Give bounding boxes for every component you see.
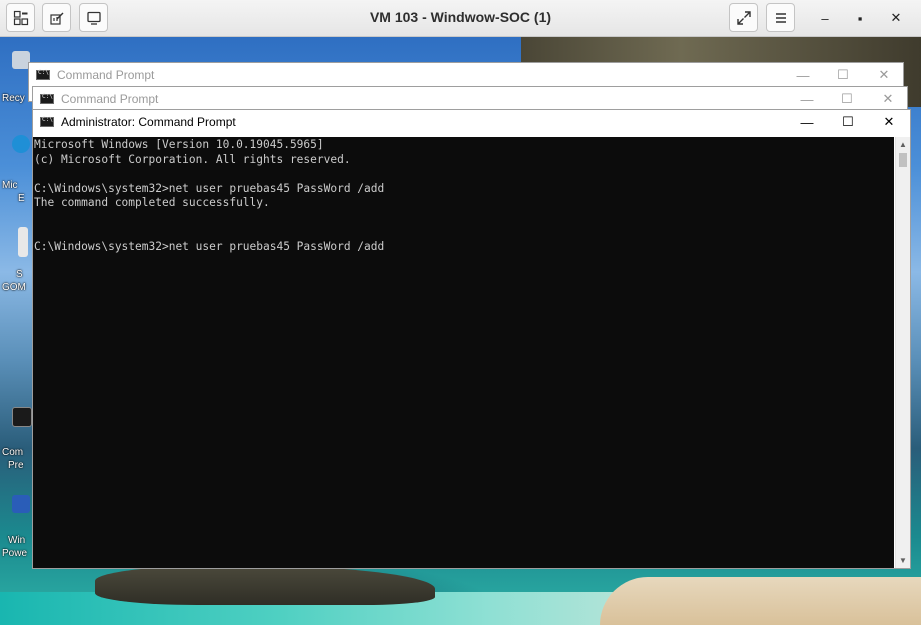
cmd-shortcut-icon[interactable] xyxy=(12,407,32,427)
maximize-button[interactable]: ☐ xyxy=(834,89,860,109)
console-output[interactable]: Microsoft Windows [Version 10.0.19045.59… xyxy=(33,137,894,568)
window-titlebar[interactable]: Command Prompt — ☐ ✕ xyxy=(29,63,903,87)
window-title: Command Prompt xyxy=(61,92,159,106)
console-line: Microsoft Windows [Version 10.0.19045.59… xyxy=(34,138,324,151)
desktop-icon-label[interactable]: Pre xyxy=(8,460,24,471)
vm-viewer-titlebar: VM 103 - Windwow-SOC (1) – ▪ ✕ xyxy=(0,0,921,37)
desktop-icon-label[interactable]: E xyxy=(18,193,25,204)
scroll-up-button[interactable]: ▲ xyxy=(896,137,910,152)
close-button[interactable]: ✕ xyxy=(876,112,902,132)
console-line: The command completed successfully. xyxy=(34,196,270,209)
close-button[interactable]: ✕ xyxy=(871,65,897,85)
vm-close-button[interactable]: ✕ xyxy=(884,6,908,30)
close-icon: ✕ xyxy=(883,114,895,129)
vm-minimize-button[interactable]: – xyxy=(813,6,837,30)
close-icon: ✕ xyxy=(882,91,894,106)
cmd-icon xyxy=(40,93,54,104)
desktop-icon-label[interactable]: S xyxy=(16,269,23,280)
wallpaper-sand xyxy=(600,577,921,625)
maximize-icon: ▪ xyxy=(857,10,863,26)
chevron-down-icon: ▼ xyxy=(899,556,907,565)
maximize-button[interactable]: ☐ xyxy=(835,112,861,132)
fullscreen-button[interactable] xyxy=(729,3,758,32)
edge-icon[interactable] xyxy=(12,135,30,153)
desktop-icon-label[interactable]: Powe xyxy=(2,548,27,559)
scroll-thumb[interactable] xyxy=(899,153,907,167)
minimize-icon: — xyxy=(800,91,814,107)
minimize-icon: – xyxy=(821,10,829,26)
minimize-button[interactable]: — xyxy=(790,65,816,85)
minimize-icon: — xyxy=(800,114,814,130)
app-icon[interactable] xyxy=(18,227,28,257)
window-title: Command Prompt xyxy=(57,68,155,82)
powershell-icon[interactable] xyxy=(12,495,30,513)
maximize-icon: ☐ xyxy=(837,67,849,82)
window-titlebar[interactable]: Command Prompt — ☐ ✕ xyxy=(33,87,907,111)
desktop-icon-label[interactable]: Mic xyxy=(2,180,18,191)
close-button[interactable]: ✕ xyxy=(875,89,901,109)
desktop-icon-label[interactable]: Com xyxy=(2,447,23,458)
menu-icon xyxy=(775,12,786,23)
minimize-button[interactable]: — xyxy=(794,112,820,132)
fullscreen-icon xyxy=(736,10,751,25)
administrator-command-prompt-window[interactable]: Administrator: Command Prompt — ☐ ✕ Micr… xyxy=(32,109,911,569)
window-titlebar[interactable]: Administrator: Command Prompt — ☐ ✕ xyxy=(33,110,910,134)
desktop-icon-label[interactable]: Win xyxy=(8,535,25,546)
maximize-button[interactable]: ☐ xyxy=(830,65,856,85)
close-icon: ✕ xyxy=(878,67,890,82)
console-line: (c) Microsoft Corporation. All rights re… xyxy=(34,152,351,166)
maximize-icon: ☐ xyxy=(842,114,854,129)
window-title: Administrator: Command Prompt xyxy=(61,115,236,129)
cmd-icon xyxy=(36,69,50,80)
vertical-scrollbar[interactable]: ▲ ▼ xyxy=(895,137,910,568)
scroll-down-button[interactable]: ▼ xyxy=(896,553,910,568)
cmd-icon xyxy=(40,116,54,127)
close-icon: ✕ xyxy=(890,10,902,25)
wallpaper-rock xyxy=(95,565,435,605)
vm-maximize-button[interactable]: ▪ xyxy=(848,6,872,30)
chevron-up-icon: ▲ xyxy=(899,140,907,149)
maximize-icon: ☐ xyxy=(841,91,853,106)
desktop-icon-label[interactable]: GOM xyxy=(2,282,26,293)
desktop-icon-label[interactable]: Recy xyxy=(2,93,25,104)
menu-button[interactable] xyxy=(766,3,795,32)
console-line: C:\Windows\system32>net user pruebas45 P… xyxy=(34,239,385,253)
console-line: C:\Windows\system32>net user pruebas45 P… xyxy=(34,181,385,195)
minimize-icon: — xyxy=(796,67,810,83)
minimize-button[interactable]: — xyxy=(794,89,820,109)
